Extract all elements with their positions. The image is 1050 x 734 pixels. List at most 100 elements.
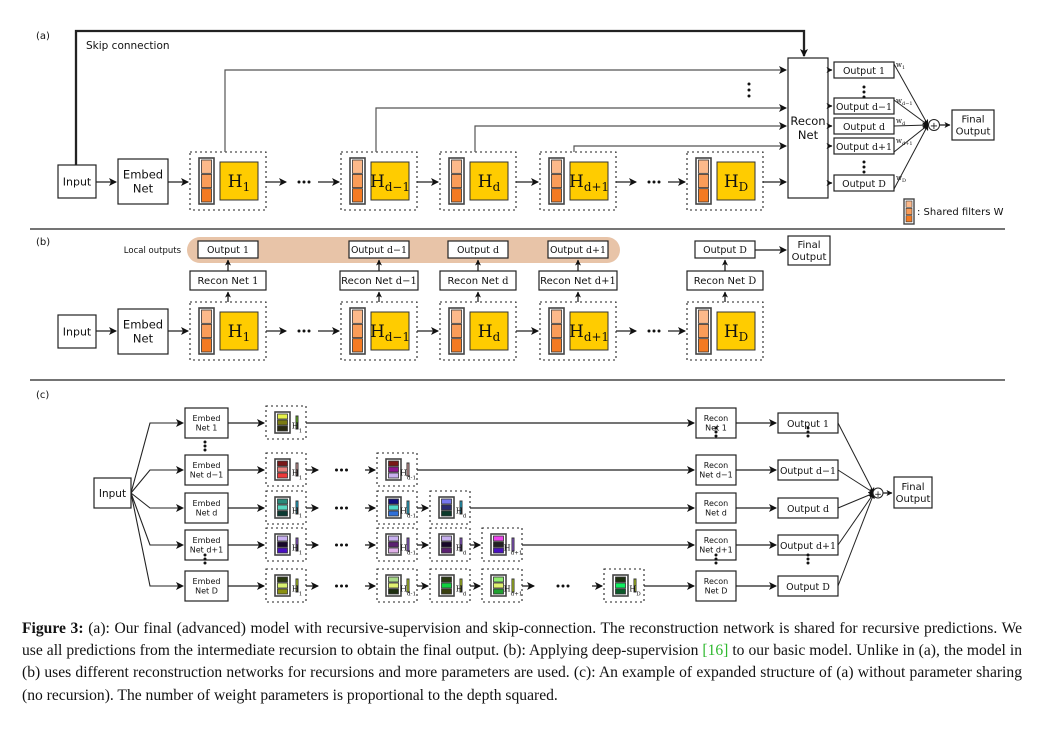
dot: [307, 180, 311, 184]
horizontal-ellipsis: [297, 329, 311, 333]
vdots-recon-2: [714, 553, 718, 565]
shared-filter-3: [277, 547, 288, 554]
final-output-node-b-label-1: Final: [797, 240, 820, 251]
dot: [297, 329, 301, 333]
shared-filter-3: [277, 472, 288, 479]
dot: [862, 85, 866, 89]
h-block-label: Hd: [456, 585, 467, 598]
recursion-block-b-3: Hd+1: [539, 301, 617, 361]
shared-filter-1: [277, 460, 288, 467]
recon-net-c-1-label-2: Net d−1: [699, 471, 732, 480]
shared-filter-3: [277, 425, 288, 432]
embed-net-node-b: EmbedNet: [117, 308, 169, 355]
shared-filter-3: [388, 588, 399, 595]
recon-net-b-2: Recon Net d: [439, 270, 517, 291]
final-output-node: FinalOutput: [951, 109, 995, 141]
h-block-square: [406, 537, 410, 552]
h-block-label: H1: [292, 469, 303, 482]
recursion-to-recon-2: [474, 122, 787, 152]
recon-net-c-1-label-1: Recon: [704, 461, 728, 470]
dot: [203, 448, 207, 452]
shared-filter-3: [352, 188, 363, 203]
block-c-2-1: Hd-1: [376, 490, 418, 525]
input-node: Input: [57, 164, 97, 199]
dot: [340, 543, 343, 547]
block-c-4-3: Hd+1: [481, 568, 523, 603]
embed-net-node-b-label-2: Net: [133, 331, 154, 345]
output-label: Output d−1: [780, 466, 836, 477]
shared-filter-1: [615, 576, 626, 583]
shared-filter-2: [388, 582, 399, 589]
legend-filter-0: [905, 200, 913, 208]
recursion-block-b-1: Hd−1: [340, 301, 418, 361]
recursion-to-recon-3: [573, 142, 787, 152]
output-label: Output d: [457, 245, 499, 256]
block-c-1-1: Hd-1: [376, 452, 418, 487]
dot: [862, 165, 866, 169]
embed-net-c-2-label-1: Embed: [193, 499, 221, 508]
dot: [335, 506, 338, 510]
h-block-square: [511, 578, 515, 593]
recursion-block-1: Hd−1: [340, 151, 418, 211]
dot: [806, 561, 810, 565]
local-outputs-label: Local outputs: [124, 246, 182, 256]
shared-filter-1: [201, 309, 212, 324]
shared-filter-3: [551, 338, 562, 353]
output-label: Output d+1: [836, 142, 892, 153]
shared-filter-3: [451, 188, 462, 203]
shared-filter-3: [441, 547, 452, 554]
recon-net-c-4-label-2: Net D: [705, 587, 728, 596]
output-node-c-1: Output d−1: [777, 459, 839, 481]
shared-filter-1: [451, 159, 462, 174]
caption-reference-link[interactable]: [16]: [702, 642, 728, 659]
embed-net-c-0: EmbedNet 1: [184, 407, 229, 439]
vertical-ellipsis-outputs-1: [862, 85, 866, 99]
panel-c: (c) Input EmbedNet 1 H1 Recon Net 1 Output 1 Em…: [36, 390, 933, 603]
shared-filter-1: [441, 535, 452, 542]
h-block-label: H1: [292, 544, 303, 557]
shared-filter-3: [388, 510, 399, 517]
block-c-2-2: Hd: [429, 490, 471, 525]
dot: [203, 440, 207, 444]
output-label: Output 1: [843, 66, 885, 77]
h-block-label: H1: [292, 422, 303, 435]
embed-net-c-1-label-1: Embed: [193, 461, 221, 470]
shared-filter-2: [441, 504, 452, 511]
dot: [806, 557, 810, 561]
dot: [862, 170, 866, 174]
horizontal-ellipsis: [335, 468, 348, 472]
weighted-edge-4: [893, 124, 929, 190]
recon-net-c-3-label-1: Recon: [704, 536, 728, 545]
dot: [302, 180, 306, 184]
embed-net-c-1-label-2: Net d−1: [190, 471, 223, 480]
recon-net-b-3: Recon Net d+1: [538, 270, 618, 291]
dot: [335, 584, 338, 588]
shared-filter-2: [493, 541, 504, 548]
horizontal-ellipsis: [647, 329, 661, 333]
shared-filter-2: [441, 541, 452, 548]
input-node-c-label: Input: [99, 488, 126, 500]
local-output-b-4: Output D: [694, 240, 756, 259]
embed-net-c-4-label-2: Net D: [195, 587, 218, 596]
recon-label: Recon Net 1: [198, 276, 259, 287]
shared-filter-2: [388, 504, 399, 511]
shared-filter-2: [698, 173, 709, 189]
dot: [345, 468, 348, 472]
shared-filter-2: [493, 582, 504, 589]
shared-filter-1: [388, 498, 399, 505]
dot: [203, 444, 207, 448]
recon-net-b-4: Recon Net D: [686, 270, 764, 291]
output-node-c-2: Output d: [777, 497, 839, 519]
embed-net-node: EmbedNet: [117, 158, 169, 205]
block-c-3-0: H1: [265, 527, 307, 562]
horizontal-ellipsis: [335, 584, 348, 588]
block-c-4-4: HD: [603, 568, 645, 603]
shared-filter-1: [277, 498, 288, 505]
output-label: Output D: [786, 582, 830, 593]
figure-caption: Figure 3: (a): Our final (advanced) mode…: [22, 618, 1022, 707]
output-node-0: Output 1w1: [833, 61, 905, 79]
shared-filter-3: [698, 188, 709, 203]
block-c-3-2: Hd: [429, 527, 471, 562]
shared-filter-2: [277, 582, 288, 589]
recon-net-c-2-label-1: Recon: [704, 499, 728, 508]
